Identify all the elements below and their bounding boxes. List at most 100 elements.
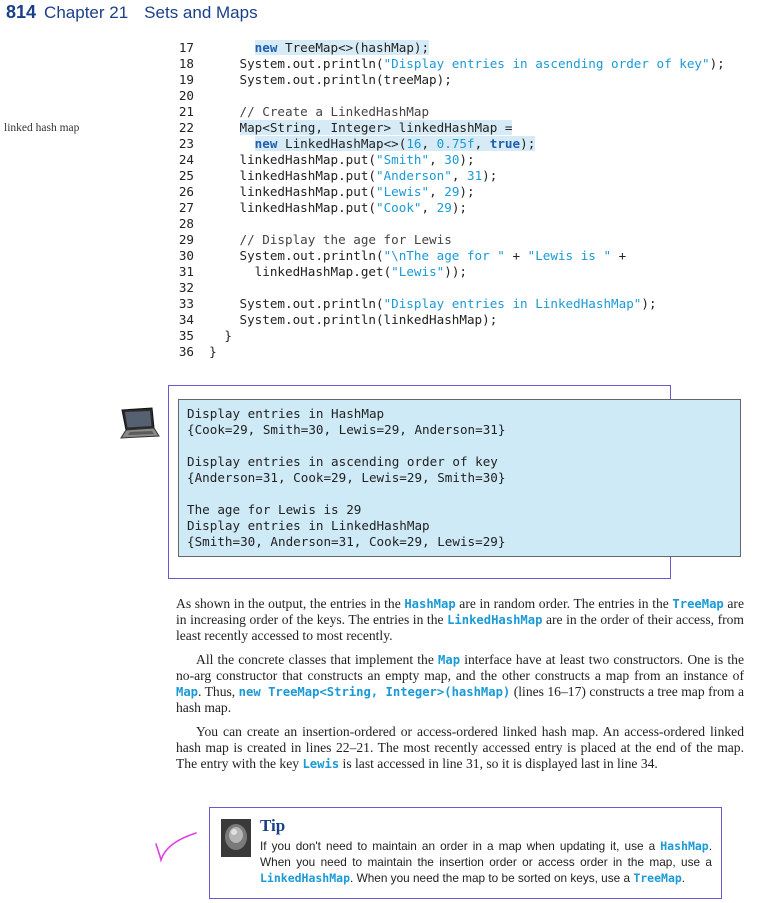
line-number: 22 [178, 120, 194, 135]
code-line: 36 } [174, 344, 725, 360]
code-token: System.out.println(treeMap); [239, 72, 452, 87]
code-text: System.out.println("Display entries in a… [240, 56, 725, 71]
code-text: System.out.println(treeMap); [240, 72, 452, 87]
code-text: // Display the age for Lewis [240, 232, 452, 247]
inline-code: TreeMap [633, 871, 682, 885]
code-token: ); [459, 184, 475, 199]
code-token: "Display entries in LinkedHashMap" [383, 296, 642, 311]
line-number: 33 [178, 296, 194, 311]
code-line: 18 System.out.println("Display entries i… [174, 56, 725, 72]
output-line: The age for Lewis is 29 [187, 502, 362, 517]
code-token: 0.75f [436, 136, 475, 151]
code-token: Map<String, Integer> linkedHashMap = [239, 120, 513, 135]
paragraph-output-explanation: As shown in the output, the entries in t… [176, 596, 744, 644]
code-token: } [224, 328, 232, 343]
code-line: 27 linkedHashMap.put("Cook", 29); [174, 200, 725, 216]
inline-code: HashMap [660, 839, 709, 853]
code-text: linkedHashMap.put("Lewis", 29); [240, 184, 475, 199]
output-line: Display entries in LinkedHashMap [187, 518, 430, 533]
line-number: 26 [178, 184, 194, 199]
text-run: . When you need the map to be sorted on … [350, 871, 634, 885]
code-token: , [421, 200, 437, 215]
code-token: ); [459, 152, 475, 167]
text-run: are in random order. The entries in the [455, 596, 673, 611]
line-number: 18 [178, 56, 194, 71]
code-line: 30 System.out.println("\nThe age for " +… [174, 248, 725, 264]
chapter-title: Sets and Maps [144, 3, 258, 22]
inline-code: TreeMap [672, 597, 724, 611]
code-line: 24 linkedHashMap.put("Smith", 30); [174, 152, 725, 168]
code-token: "Lewis" [375, 184, 430, 199]
code-token: 29 [436, 200, 452, 215]
code-text: System.out.println("Display entries in L… [240, 296, 657, 311]
tip-text: If you don't need to maintain an order i… [260, 838, 712, 886]
code-token: System.out.println( [239, 56, 384, 71]
code-line: 19 System.out.println(treeMap); [174, 72, 725, 88]
code-token: linkedHashMap.put( [239, 200, 376, 215]
code-token: , [451, 168, 467, 183]
output-line: {Anderson=31, Cook=29, Lewis=29, Smith=3… [187, 470, 506, 485]
code-listing: 17 new TreeMap<>(hashMap); 18 System.out.… [174, 40, 725, 360]
line-number: 32 [178, 280, 194, 295]
line-number: 21 [178, 104, 194, 119]
chapter-label: Chapter 21 [44, 3, 129, 22]
code-token: TreeMap<>(hashMap); [277, 40, 430, 55]
code-text: new TreeMap<>(hashMap); [254, 40, 430, 55]
code-token: linkedHashMap.put( [239, 152, 376, 167]
inline-code: Map [176, 685, 199, 699]
output-line: {Smith=30, Anderson=31, Cook=29, Lewis=2… [187, 534, 506, 549]
code-token: linkedHashMap.get( [254, 264, 392, 279]
line-number: 23 [178, 136, 194, 151]
line-number: 24 [178, 152, 194, 167]
inline-code: LinkedHashMap [260, 871, 351, 885]
code-line: 21 // Create a LinkedHashMap [174, 104, 725, 120]
code-token: "Cook" [375, 200, 422, 215]
code-token: // Display the age for Lewis [239, 232, 452, 247]
output-line: {Cook=29, Smith=30, Lewis=29, Anderson=3… [187, 422, 506, 437]
code-line: 29 // Display the age for Lewis [174, 232, 725, 248]
code-token: System.out.println(linkedHashMap); [239, 312, 498, 327]
inline-code: Lewis [302, 757, 340, 771]
output-line: Display entries in HashMap [187, 406, 385, 421]
page-header: 814 Chapter 21 Sets and Maps [6, 2, 258, 28]
code-line: 17 new TreeMap<>(hashMap); [174, 40, 725, 56]
code-token: , [474, 136, 490, 151]
code-text: new LinkedHashMap<>(16, 0.75f, true); [254, 136, 536, 151]
code-token: , [429, 152, 445, 167]
code-token: new [254, 40, 278, 55]
inline-code: HashMap [404, 597, 456, 611]
line-number: 25 [178, 168, 194, 183]
inline-code: Map [438, 653, 461, 667]
code-token: + [504, 248, 528, 263]
code-token: "\nThe age for " [383, 248, 505, 263]
code-line: 33 System.out.println("Display entries i… [174, 296, 725, 312]
text-run: As shown in the output, the entries in t… [176, 596, 405, 611]
code-token: "Display entries in ascending order of k… [383, 56, 710, 71]
code-token: linkedHashMap.put( [239, 168, 376, 183]
check-mark-icon [152, 830, 202, 869]
code-text: System.out.println("\nThe age for " + "L… [240, 248, 627, 263]
line-number: 29 [178, 232, 194, 247]
text-run: . [681, 871, 686, 885]
code-text: } [209, 344, 217, 359]
code-line: 31 linkedHashMap.get("Lewis")); [174, 264, 725, 280]
line-number: 27 [178, 200, 194, 215]
paragraph-linked-hash-map: You can create an insertion-ordered or a… [176, 724, 744, 772]
text-run: is last accessed in line 31, so it is di… [339, 756, 658, 771]
code-line: 28 [174, 216, 725, 232]
code-token: } [209, 344, 217, 359]
code-text: } [224, 328, 232, 343]
line-number: 28 [178, 216, 194, 231]
line-number: 30 [178, 248, 194, 263]
